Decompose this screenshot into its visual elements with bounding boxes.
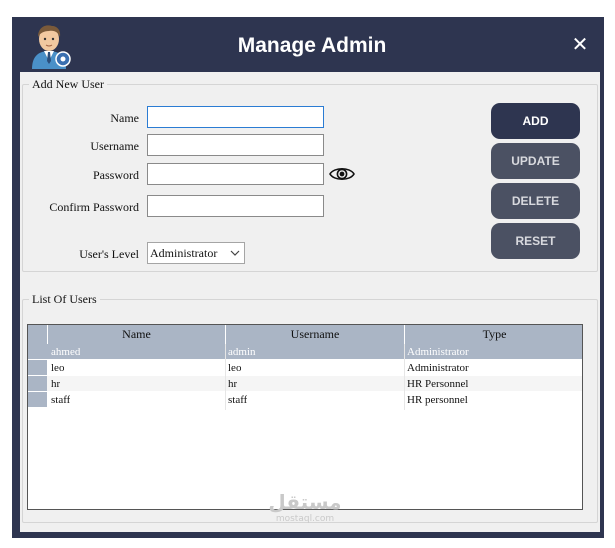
grid-header: Name Username Type [28, 325, 582, 344]
password-label: Password [92, 168, 139, 182]
cell-name: hr [51, 378, 61, 390]
title-bar: Manage Admin ✕ [12, 17, 604, 72]
column-divider [404, 344, 405, 410]
chevron-down-icon [230, 250, 240, 256]
users-level-value: Administrator [150, 246, 218, 260]
column-header-name[interactable]: Name [47, 325, 225, 344]
cell-type: Administrator [407, 346, 469, 358]
cell-type: HR Personnel [407, 378, 469, 390]
row-header[interactable] [28, 392, 47, 407]
name-label: Name [110, 111, 139, 125]
row-header[interactable] [28, 344, 47, 359]
cell-type: HR personnel [407, 394, 468, 406]
cell-username: admin [228, 346, 256, 358]
window-content: Add New User Name Username Password Conf… [20, 72, 600, 532]
username-label: Username [90, 139, 139, 153]
password-field[interactable] [147, 163, 324, 185]
cell-username: staff [228, 394, 248, 406]
list-of-users-legend: List Of Users [29, 292, 100, 306]
eye-icon[interactable] [329, 165, 355, 183]
row-header[interactable] [28, 360, 47, 375]
watermark-latin: mostaql.com [275, 514, 335, 524]
cell-name: staff [51, 394, 71, 406]
users-grid[interactable]: Name Username Type ahmed admin Administr… [27, 324, 583, 510]
delete-button[interactable]: DELETE [491, 183, 580, 219]
watermark: مستقل mostaql.com [260, 490, 350, 524]
users-level-select[interactable]: Administrator [147, 242, 245, 264]
window-title: Manage Admin [237, 34, 387, 57]
cell-type: Administrator [407, 362, 469, 374]
row-header[interactable] [28, 376, 47, 391]
add-button[interactable]: ADD [491, 103, 580, 139]
close-icon[interactable]: ✕ [570, 35, 590, 55]
column-divider [225, 344, 226, 410]
name-field[interactable] [147, 106, 324, 128]
add-new-user-group: Add New User Name Username Password Conf… [22, 77, 598, 272]
table-row[interactable]: leo leo Administrator [28, 360, 582, 375]
grid-corner [28, 325, 47, 344]
column-header-type[interactable]: Type [404, 325, 582, 344]
cell-name: ahmed [51, 346, 81, 358]
confirm-password-field[interactable] [147, 195, 324, 217]
column-header-username[interactable]: Username [225, 325, 404, 344]
reset-button[interactable]: RESET [491, 223, 580, 259]
table-row[interactable]: ahmed admin Administrator [28, 344, 582, 359]
username-field[interactable] [147, 134, 324, 156]
manage-admin-window: Manage Admin ✕ Add New User Name Usernam… [12, 17, 604, 538]
confirm-password-label: Confirm Password [49, 200, 139, 214]
cell-username: leo [228, 362, 242, 374]
update-button[interactable]: UPDATE [491, 143, 580, 179]
cell-username: hr [228, 378, 238, 390]
table-row[interactable]: staff staff HR personnel [28, 392, 582, 407]
users-level-label: User's Level [79, 247, 139, 261]
table-row[interactable]: hr hr HR Personnel [28, 376, 582, 391]
cell-name: leo [51, 362, 65, 374]
watermark-arabic: مستقل [268, 490, 342, 514]
add-new-user-legend: Add New User [29, 77, 107, 91]
